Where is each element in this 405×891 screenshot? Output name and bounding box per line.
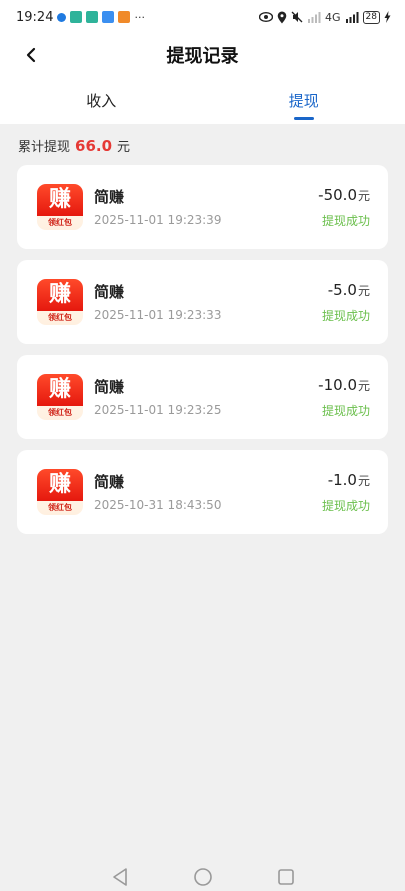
app-icon	[118, 11, 131, 23]
record-status: 提现成功	[321, 309, 370, 323]
status-bar: 19:24 ··· 4G 28	[0, 0, 405, 34]
record-time: 2025-11-01 19:23:25	[94, 403, 222, 417]
wechat-icon	[70, 11, 83, 23]
tab-withdraw[interactable]: 提现	[203, 76, 405, 124]
list-item[interactable]: 赚 领红包 简赚 2025-11-01 19:23:33 -5.0元 提现成功	[17, 260, 388, 344]
record-info: 简赚 2025-11-01 19:23:33	[94, 282, 322, 322]
app-icon	[102, 11, 115, 23]
signal-icon	[308, 12, 321, 23]
record-info: 简赚 2025-10-31 18:43:50	[94, 472, 322, 512]
charging-icon	[384, 11, 391, 23]
app-logo-icon: 赚 领红包	[37, 374, 83, 420]
record-name: 简赚	[94, 378, 125, 396]
record-list: 赚 领红包 简赚 2025-11-01 19:23:39 -50.0元 提现成功…	[0, 165, 405, 534]
record-amount: -5.0元	[327, 281, 370, 299]
record-right: -50.0元 提现成功	[318, 185, 370, 229]
status-left: 19:24 ···	[16, 10, 145, 25]
network-type: 4G	[325, 10, 341, 24]
record-info: 简赚 2025-11-01 19:23:25	[94, 377, 318, 417]
record-time: 2025-11-01 19:23:39	[94, 213, 222, 227]
record-status: 提现成功	[321, 499, 370, 513]
record-status: 提现成功	[321, 214, 370, 228]
record-name: 简赚	[94, 188, 125, 206]
withdraw-summary: 累计提现 66.0 元	[0, 124, 405, 165]
mute-icon	[291, 11, 303, 23]
notification-dot-icon	[57, 12, 67, 22]
summary-amount: 66.0	[75, 137, 113, 155]
record-right: -5.0元 提现成功	[322, 280, 370, 324]
chevron-left-icon	[26, 47, 36, 63]
signal-icon	[345, 12, 359, 23]
app-logo-icon: 赚 领红包	[37, 469, 83, 515]
location-icon	[277, 11, 287, 23]
list-item[interactable]: 赚 领红包 简赚 2025-11-01 19:23:39 -50.0元 提现成功	[17, 165, 388, 249]
circle-home-icon[interactable]	[193, 867, 213, 887]
top-area: 19:24 ··· 4G 28 提现记录 收入 提现	[0, 0, 405, 124]
eye-icon	[259, 12, 274, 22]
title-bar: 提现记录	[0, 34, 405, 76]
app-logo-icon: 赚 领红包	[37, 279, 83, 325]
list-item[interactable]: 赚 领红包 简赚 2025-10-31 18:43:50 -1.0元 提现成功	[17, 450, 388, 534]
record-amount: -50.0元	[318, 186, 370, 204]
system-nav-bar	[0, 867, 405, 891]
record-time: 2025-11-01 19:23:33	[94, 308, 222, 322]
back-button[interactable]	[18, 42, 44, 68]
tab-bar: 收入 提现	[0, 76, 405, 124]
triangle-back-icon[interactable]	[111, 867, 129, 887]
tab-income[interactable]: 收入	[0, 76, 203, 124]
record-right: -10.0元 提现成功	[318, 375, 370, 419]
summary-unit: 元	[117, 140, 131, 155]
app-icon	[86, 11, 99, 23]
record-amount: -1.0元	[327, 471, 370, 489]
battery-icon: 28	[362, 10, 380, 24]
more-notifications-icon: ···	[134, 10, 145, 24]
status-right: 4G 28	[259, 10, 391, 24]
record-right: -1.0元 提现成功	[322, 470, 370, 514]
summary-label: 累计提现	[18, 140, 71, 155]
square-recents-icon[interactable]	[277, 867, 295, 887]
record-name: 简赚	[94, 473, 125, 491]
page-title: 提现记录	[166, 46, 239, 67]
list-item[interactable]: 赚 领红包 简赚 2025-11-01 19:23:25 -10.0元 提现成功	[17, 355, 388, 439]
clock: 19:24	[16, 9, 54, 25]
record-time: 2025-10-31 18:43:50	[94, 498, 222, 512]
app-logo-icon: 赚 领红包	[37, 184, 83, 230]
record-info: 简赚 2025-11-01 19:23:39	[94, 187, 318, 227]
record-status: 提现成功	[321, 404, 370, 418]
record-name: 简赚	[94, 283, 125, 301]
record-amount: -10.0元	[318, 376, 370, 394]
